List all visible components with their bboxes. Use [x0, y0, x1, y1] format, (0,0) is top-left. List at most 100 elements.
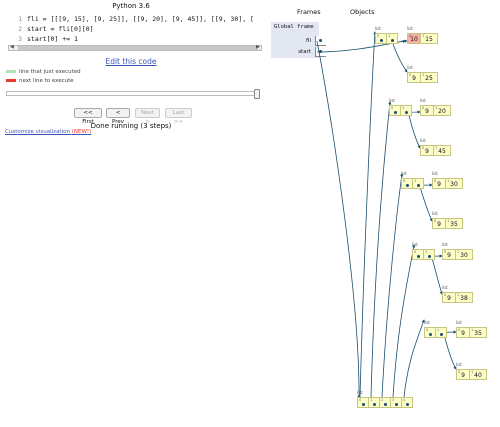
legend-next-line: next line to execute: [6, 78, 74, 84]
scroll-right-icon[interactable]: ▶: [256, 44, 260, 50]
cell-index: 3: [392, 398, 395, 402]
tuple-list: 09 1 35: [456, 327, 487, 338]
list-label: list: [432, 211, 438, 216]
prev-button[interactable]: < Prev: [106, 108, 130, 125]
list-cell: 1 35: [445, 218, 463, 229]
step-slider[interactable]: [6, 89, 260, 99]
pointer-dot: [427, 255, 431, 258]
pair-list: 0 1: [401, 178, 424, 189]
list-cell: 1: [435, 327, 447, 338]
code-horizontal-scrollbar[interactable]: ◀ ▶: [8, 44, 262, 51]
cell-index: 1: [414, 179, 417, 183]
list-label: list: [420, 98, 426, 103]
pointer-arrows: [316, 31, 457, 399]
list-cell: 09: [407, 72, 421, 83]
legend-label: next line to execute: [19, 78, 74, 84]
list-label: list: [407, 65, 413, 70]
list-cell: 1: [412, 178, 424, 189]
tuple-list: 09 1 38: [442, 292, 473, 303]
cell-index: 0: [403, 179, 406, 183]
list-label: list: [375, 26, 381, 31]
outer-list: 0 1 2 3 4: [357, 397, 413, 408]
list-label: list: [357, 390, 363, 395]
pointer-dot: [379, 39, 383, 42]
list-cell: 1 45: [433, 145, 451, 156]
cell-index: 1: [437, 328, 440, 332]
list-cell: 1: [386, 33, 398, 44]
line-number: 1: [18, 15, 22, 23]
tuple-list: 09 1 30: [442, 249, 473, 260]
tuple-list: 09 1 45: [420, 145, 451, 156]
pair-list: 0 1: [389, 105, 412, 116]
frames-header: Frames: [297, 8, 321, 16]
list-label: list: [432, 171, 438, 176]
cell-value: 30: [450, 181, 458, 188]
customize-label[interactable]: Customize visualization: [5, 129, 70, 135]
code-text: start[0] += 1: [27, 35, 78, 43]
green-arrow-icon: [6, 70, 16, 73]
new-badge: (NEW!): [71, 129, 92, 135]
pointer-dot: [383, 403, 387, 406]
code-text: start = fli[0][0]: [27, 25, 94, 33]
pointer-dot: [416, 184, 420, 187]
pointer-dot: [416, 255, 420, 258]
cell-value: 9: [425, 108, 429, 115]
objects-header: Objects: [350, 8, 375, 16]
legend-just-executed: line that just executed: [6, 69, 81, 75]
global-frame-title: Global frame: [274, 24, 314, 30]
pointer-dot: [361, 403, 365, 406]
code-line-3: → 3start[0] += 1: [8, 34, 262, 44]
edit-code-link[interactable]: Edit this code: [0, 57, 262, 66]
tuple-list: 09 1 25: [407, 72, 438, 83]
cell-index: 0: [391, 106, 394, 110]
line-number: 3: [18, 35, 22, 43]
list-label: list: [424, 320, 430, 325]
cell-index: 0: [414, 250, 417, 254]
list-cell: 1 30: [445, 178, 463, 189]
legend-label: line that just executed: [19, 69, 81, 75]
list-cell: 09: [442, 292, 456, 303]
list-cell: 1: [423, 249, 435, 260]
code-text: fli = [[[9, 15], [9, 25]], [[9, 20], [9,…: [27, 15, 254, 23]
list-label: list: [456, 320, 462, 325]
pair-list: 0 1: [424, 327, 447, 338]
list-cell: 1 25: [420, 72, 438, 83]
list-cell: 09: [442, 249, 456, 260]
cell-value: 10: [410, 36, 418, 43]
slider-handle[interactable]: [254, 89, 260, 99]
tuple-list: 09 1 40: [456, 369, 487, 380]
list-cell: 09: [456, 327, 470, 338]
list-cell: 09: [432, 218, 446, 229]
cell-index: 1: [402, 106, 405, 110]
list-cell: 1 15: [420, 33, 438, 44]
cell-index: 1: [370, 398, 373, 402]
pair-list: 0 1: [412, 249, 435, 260]
code-panel: Python 3.6 1 fli = [[[9, 15], [9, 25]], […: [0, 0, 262, 427]
list-label: list: [401, 171, 407, 176]
cell-value: 9: [425, 148, 429, 155]
global-frame: Global frame fli start: [271, 22, 326, 58]
scrollbar-thumb[interactable]: [18, 46, 258, 50]
cell-value: 20: [438, 108, 446, 115]
var-fli-value: [315, 36, 326, 46]
last-button[interactable]: Last >>: [165, 108, 192, 125]
pointer-dot: [393, 111, 397, 114]
pointer-dot: [428, 333, 432, 336]
pointer-dot: [372, 403, 376, 406]
code-line-2: 2 start = fli[0][0]: [8, 24, 262, 34]
list-cell: 1 40: [469, 369, 487, 380]
customize-visualization-link[interactable]: Customize visualization (NEW!): [5, 129, 91, 135]
scroll-left-icon[interactable]: ◀: [10, 44, 14, 50]
language-title: Python 3.6: [112, 2, 150, 10]
cell-value: 30: [460, 252, 468, 259]
cell-index: 0: [426, 328, 429, 332]
list-cell: 1 38: [455, 292, 473, 303]
next-button[interactable]: Next >: [135, 108, 160, 125]
first-button[interactable]: << First: [74, 108, 102, 125]
cell-value: 9: [461, 372, 465, 379]
cell-value: 9: [437, 181, 441, 188]
pointer-dot: [319, 39, 322, 42]
arrow-fli: [316, 40, 361, 399]
list-label: list: [407, 26, 413, 31]
cell-value: 40: [474, 372, 482, 379]
